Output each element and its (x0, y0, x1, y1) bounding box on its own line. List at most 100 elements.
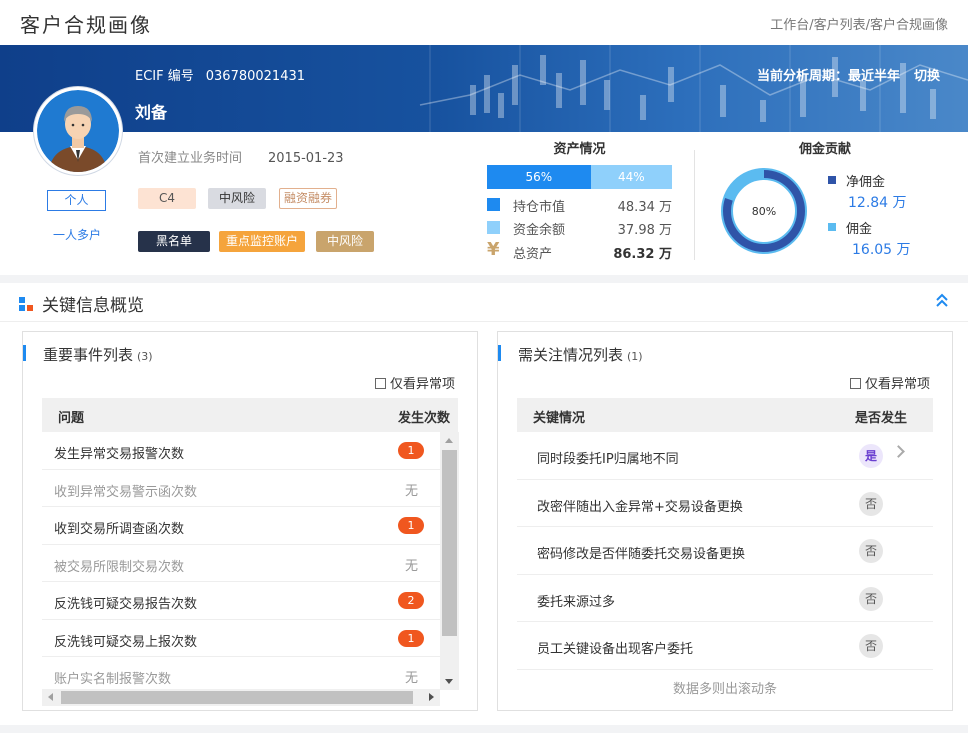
asset-ratio-bar: 56% 44% (487, 165, 672, 189)
scroll-hint: 数据多则出滚动条 (672, 682, 777, 697)
table-row[interactable]: 反洗钱可疑交易报告次数 2 (42, 582, 440, 620)
attention-table-body: 同时段委托IP归属地不同是改密伴随出入金异常+交易设备更换否密码修改是否伴随委托… (517, 432, 933, 670)
risk-tag: 中风险 (208, 188, 266, 209)
multi-account-link[interactable]: 一人多户 (53, 226, 101, 243)
asset-label: 总资产 (513, 247, 553, 262)
events-panel: 重要事件列表 (3) 仅看异常项 问题 发生次数 发生异常交易报警次数 1 收到异常交… (22, 331, 478, 711)
scroll-up-icon[interactable] (445, 438, 453, 443)
count-badge: 2 (398, 592, 424, 609)
collapse-up-icon[interactable] (934, 292, 950, 308)
occurred-no-badge: 否 (859, 634, 883, 658)
commission-title: 佣金贡献 (798, 142, 851, 157)
asset-row-total: ¥ 总资产 86.32 万 (487, 239, 672, 262)
count-badge: 1 (398, 517, 424, 534)
event-label: 被交易所限制交易次数 (54, 559, 185, 575)
scroll-thumb[interactable] (442, 450, 457, 636)
switch-period-button[interactable]: 切换 (914, 69, 940, 84)
panel-accent (23, 345, 26, 361)
asset-value: 86.32 万 (613, 247, 672, 262)
vertical-scrollbar[interactable] (440, 432, 459, 690)
table-row[interactable]: 同时段委托IP归属地不同 是 (517, 432, 933, 480)
table-row[interactable]: 被交易所限制交易次数 无 (42, 545, 440, 582)
table-row[interactable]: 员工关键设备出现客户委托 否 (517, 622, 933, 670)
attention-label: 同时段委托IP归属地不同 (537, 452, 679, 467)
market-value-segment: 56% (487, 165, 591, 189)
risk-tag-secondary: 中风险 (316, 231, 374, 252)
events-title-text: 重要事件列表 (43, 346, 134, 364)
breadcrumb[interactable]: 工作台/客户列表/客户合规画像 (770, 14, 948, 33)
legend-label: 净佣金 (846, 175, 886, 190)
attention-label: 员工关键设备出现客户委托 (537, 642, 694, 657)
occurred-yes-badge: 是 (859, 444, 883, 468)
table-row[interactable]: 收到异常交易警示函次数 无 (42, 470, 440, 507)
occurred-no-badge: 否 (859, 491, 883, 516)
attention-label: 改密伴随出入金异常+交易设备更换 (537, 499, 743, 515)
attention-title: 需关注情况列表 (1) (518, 344, 643, 365)
scroll-thumb[interactable] (61, 691, 413, 704)
events-table-body: 发生异常交易报警次数 1 收到异常交易警示函次数无收到交易所调查函次数 1 被交易所限制… (42, 432, 440, 688)
market-color-swatch (487, 198, 500, 211)
asset-row-market: 持仓市值 48.34 万 (487, 195, 672, 215)
overview-grid-icon (19, 297, 33, 311)
asset-value: 37.98 万 (617, 223, 672, 238)
attention-label: 委托来源过多 (537, 594, 616, 610)
event-label: 账户实名制报警次数 (54, 672, 172, 687)
attention-abnormal-filter[interactable]: 仅看异常项 (849, 373, 930, 392)
legend-net-commission: 净佣金 (828, 171, 885, 190)
events-count: (3) (137, 350, 153, 363)
customer-type-tag: 个人 (47, 190, 106, 211)
customer-profile-card: ECIF 编号 036780021431 刘备 当前分析周期：最近半年 切换 个人 … (0, 45, 968, 275)
column-header-issue: 问题 (58, 411, 85, 426)
event-label: 反洗钱可疑交易报告次数 (54, 597, 198, 612)
cash-color-swatch (487, 221, 500, 234)
table-row[interactable]: 反洗钱可疑交易上报次数 1 (42, 620, 440, 657)
count-none: 无 (404, 671, 418, 686)
horizontal-scrollbar[interactable] (42, 689, 440, 706)
event-label: 收到异常交易警示函次数 (54, 484, 198, 500)
scroll-right-icon[interactable] (429, 693, 434, 701)
asset-value: 48.34 万 (617, 200, 672, 215)
period-label: 当前分析周期：最近半年 (756, 69, 900, 84)
checkbox[interactable] (849, 378, 861, 389)
cash-balance-segment: 44% (590, 165, 672, 189)
divider (0, 321, 968, 322)
checkbox[interactable] (374, 378, 386, 389)
first-business-label: 首次建立业务时间 (138, 151, 243, 166)
chevron-right-icon[interactable] (892, 445, 905, 458)
margin-trading-tag: 融资融券 (279, 188, 337, 209)
blacklist-tag: 黑名单 (138, 231, 210, 252)
donut-center-label: 80% (752, 205, 776, 218)
customer-name: 刘备 (135, 103, 168, 122)
assets-title: 资产情况 (553, 142, 606, 157)
key-info-overview: 关键信息概览 重要事件列表 (3) 仅看异常项 问题 发生次数 发生异常交易报警次… (0, 283, 968, 725)
attention-table-header: 关键情况 是否发生 (517, 398, 933, 432)
yen-icon: ¥ (487, 239, 500, 260)
top-bar: 客户合规画像 工作台/客户列表/客户合规画像 (0, 0, 968, 45)
page-title: 客户合规画像 (20, 13, 152, 37)
events-abnormal-filter[interactable]: 仅看异常项 (374, 373, 455, 392)
column-header-count: 发生次数 (397, 411, 450, 426)
event-label: 收到交易所调查函次数 (54, 522, 185, 537)
filter-label: 仅看异常项 (389, 377, 455, 392)
net-color-swatch (828, 176, 836, 184)
scroll-left-icon[interactable] (48, 693, 53, 701)
table-row[interactable]: 改密伴随出入金异常+交易设备更换 否 (517, 480, 933, 527)
table-row[interactable]: 账户实名制报警次数 无 (42, 657, 440, 688)
overview-title: 关键信息概览 (42, 296, 144, 316)
ecif-number: ECIF 编号 036780021431 (135, 65, 305, 84)
table-row[interactable]: 委托来源过多 否 (517, 575, 933, 622)
count-badge: 1 (398, 442, 424, 459)
event-label: 发生异常交易报警次数 (54, 447, 185, 462)
commission-donut-chart: 80% (721, 168, 807, 254)
events-table-header: 问题 发生次数 (42, 398, 458, 432)
key-monitor-tag: 重点监控账户 (219, 231, 305, 252)
scroll-down-icon[interactable] (445, 679, 453, 684)
legend-commission: 佣金 (828, 218, 872, 237)
occurred-no-badge: 否 (859, 539, 883, 563)
table-row[interactable]: 密码修改是否伴随委托交易设备更换 否 (517, 527, 933, 575)
table-row[interactable]: 发生异常交易报警次数 1 (42, 432, 440, 470)
asset-row-cash: 资金余额 37.98 万 (487, 218, 672, 238)
filter-label: 仅看异常项 (864, 377, 930, 392)
table-row[interactable]: 收到交易所调查函次数 1 (42, 507, 440, 545)
avatar (34, 87, 122, 175)
